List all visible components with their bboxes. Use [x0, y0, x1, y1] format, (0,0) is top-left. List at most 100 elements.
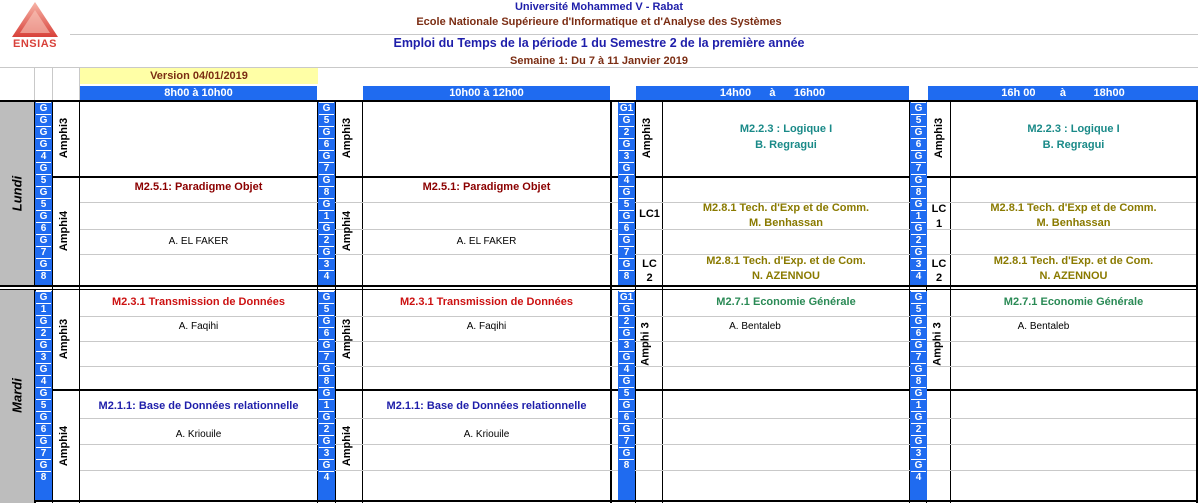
room-amphi3-mon-2: Amphi3: [341, 117, 354, 159]
room-amphi3-tue-1: Amphi3: [58, 318, 71, 360]
teacher-elfaker-mon-1: A. EL FAKER: [168, 236, 229, 247]
group-cell: 6: [36, 423, 51, 435]
group-cell: G1: [619, 102, 634, 114]
group-strip-mon-2: G5G6G7G8G1G2G34: [318, 102, 335, 285]
course-m211-tue-2: M2.1.1: Base de Données relationnelle: [386, 400, 587, 412]
group-cell: 5: [911, 114, 926, 126]
group-cell: G: [619, 303, 634, 315]
group-cell: 8: [319, 186, 334, 198]
course-m271-tue-3: M2.7.1 Economie Générale: [716, 296, 856, 308]
group-cell: G: [319, 174, 334, 186]
lab-label-lc-num-c: 2: [935, 272, 943, 284]
group-cell: G: [319, 315, 334, 327]
group-cell: G: [36, 102, 51, 114]
group-cell: G: [319, 435, 334, 447]
group-cell: 4: [911, 471, 926, 483]
group-cell: 6: [619, 222, 634, 234]
group-cell: 5: [36, 399, 51, 411]
group-cell: 3: [319, 258, 334, 270]
group-cell: 7: [911, 351, 926, 363]
group-cell: G: [36, 339, 51, 351]
teacher-elfaker-mon-2: A. EL FAKER: [456, 236, 517, 247]
group-cell: G: [619, 258, 634, 270]
course-m251-mon-2: M2.5.1: Paradigme Objet: [422, 181, 551, 193]
group-cell: 6: [911, 327, 926, 339]
group-cell: G: [36, 126, 51, 138]
group-cell: 7: [619, 435, 634, 447]
group-cell: G: [319, 411, 334, 423]
group-cell: G: [36, 387, 51, 399]
group-cell: 2: [36, 327, 51, 339]
group-strip-mon-3: G1 G 2 G 3 G 4 G 5 G 6 G 7 G 8: [618, 102, 635, 285]
room-amphi4-mon-1: Amphi4: [58, 210, 71, 252]
group-cell: G: [319, 198, 334, 210]
room-amphi3-mon-4: Amphi3: [933, 117, 946, 159]
group-cell: 4: [619, 174, 634, 186]
room-amphi3-mon-3: Amphi3: [641, 117, 654, 159]
course-m271-tue-4: M2.7.1 Economie Générale: [1003, 296, 1144, 308]
lab-label-lc-num-a: 2: [646, 272, 653, 284]
group-cell: G: [36, 234, 51, 246]
group-cell: 4: [36, 375, 51, 387]
group-cell: G: [911, 411, 926, 423]
group-cell: G: [619, 375, 634, 387]
lab-label-lc-num-b: 1: [935, 218, 943, 230]
group-cell: G: [619, 234, 634, 246]
group-cell: 6: [319, 138, 334, 150]
group-strip-mon-1: GGGG4G5G5G6G7G8: [35, 102, 52, 285]
group-cell: 3: [36, 351, 51, 363]
group-cell: G: [319, 102, 334, 114]
group-cell: G1: [619, 291, 634, 303]
group-cell: 4: [619, 363, 634, 375]
group-cell: G: [36, 258, 51, 270]
group-cell: G: [619, 114, 634, 126]
university-name: Université Mohammed V - Rabat: [514, 1, 684, 13]
group-cell: 1: [319, 210, 334, 222]
course-m281-lc1-mon-4: M2.8.1 Tech. d'Exp et de Comm.: [990, 202, 1157, 214]
group-cell: 2: [319, 423, 334, 435]
group-cell: G: [319, 222, 334, 234]
group-cell: 4: [36, 150, 51, 162]
page-title: Emploi du Temps de la période 1 du Semes…: [393, 36, 805, 50]
group-cell: 6: [36, 222, 51, 234]
course-m231-tue-1: M2.3.1 Transmission de Données: [111, 296, 285, 308]
group-cell: G: [911, 459, 926, 471]
group-cell: G: [36, 315, 51, 327]
group-cell: 1: [911, 210, 926, 222]
teacher-bentaleb-tue-3: A. Bentaleb: [729, 321, 781, 332]
day-label-monday: Lundi: [9, 175, 25, 212]
teacher-regragui-mon-4: B. Regragui: [1042, 139, 1105, 151]
group-cell: 6: [911, 138, 926, 150]
group-cell: G: [911, 339, 926, 351]
group-cell: 2: [619, 126, 634, 138]
course-m223-mon-4: M2.2.3 : Logique I: [1027, 123, 1120, 135]
group-cell: G: [319, 291, 334, 303]
teacher-kriouile-tue-2: A. Kriouile: [463, 429, 510, 440]
group-cell: G: [36, 210, 51, 222]
group-cell: 3: [911, 258, 926, 270]
time-slot-3: 14h00 à 16h00: [636, 86, 909, 100]
version-label: Version 04/01/2019: [80, 68, 318, 84]
group-cell: 2: [911, 423, 926, 435]
teacher-faqihi-tue-2: A. Faqihi: [466, 321, 507, 332]
teacher-azennou-mon-3: N. AZENNOU: [751, 270, 821, 282]
group-cell: G: [911, 315, 926, 327]
group-strip-mon-4: G5G6G7G8G1G2G34: [910, 102, 927, 285]
group-cell: G: [619, 138, 634, 150]
group-cell: 7: [619, 246, 634, 258]
group-cell: 1: [911, 399, 926, 411]
group-cell: 6: [319, 327, 334, 339]
group-cell: 5: [319, 114, 334, 126]
teacher-benhassan-mon-4: M. Benhassan: [1036, 217, 1111, 229]
group-cell: G: [36, 138, 51, 150]
group-cell: G: [36, 291, 51, 303]
group-cell: 4: [319, 270, 334, 282]
room-amphi3-tue-3: Amphi 3: [639, 322, 652, 366]
group-cell: 6: [619, 411, 634, 423]
room-amphi3-tue-2: Amphi3: [341, 318, 354, 360]
group-cell: 5: [911, 303, 926, 315]
lab-label-lc1-a: LC1: [639, 208, 660, 220]
group-strip-tue-4: G5G6G7G8G1G2G3G4: [910, 291, 927, 500]
group-cell: G: [319, 246, 334, 258]
group-cell: G: [911, 435, 926, 447]
